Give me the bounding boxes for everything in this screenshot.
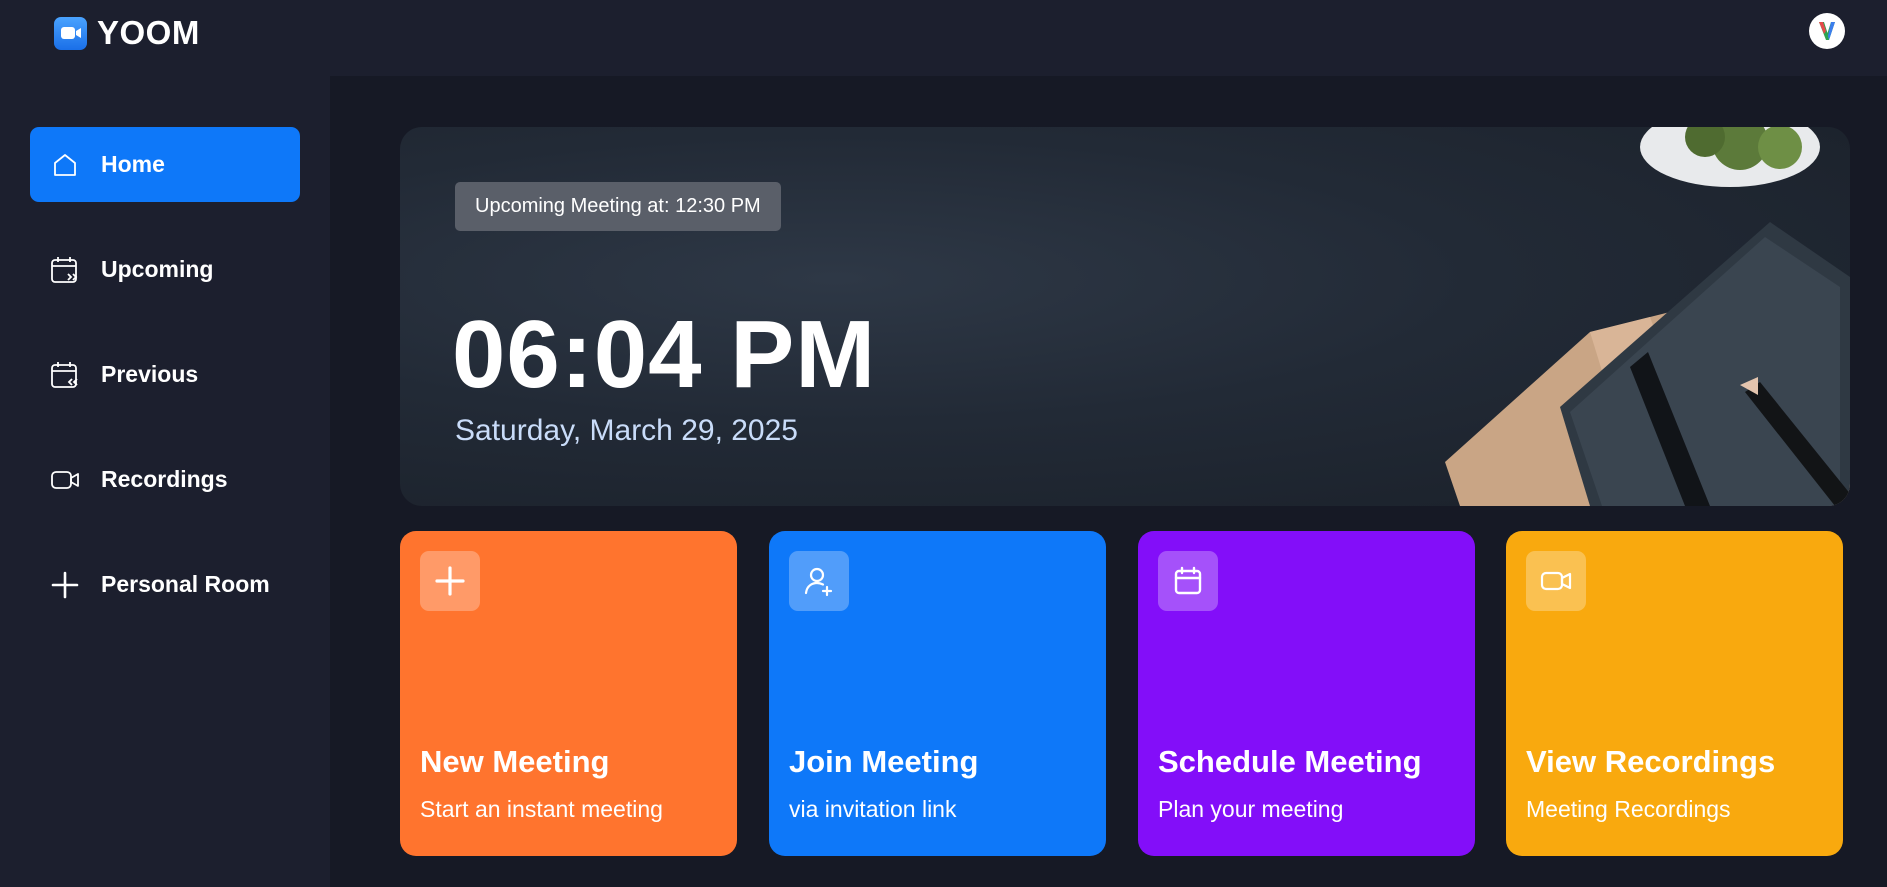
app-name: YOOM — [97, 14, 200, 51]
sidebar: Home Upcoming Previous Recordings Person… — [0, 76, 330, 887]
plus-icon — [49, 569, 81, 601]
app-logo[interactable]: YOOM — [54, 14, 200, 52]
card-title: View Recordings — [1526, 744, 1776, 779]
sidebar-item-upcoming[interactable]: Upcoming — [30, 232, 300, 307]
card-subtitle: via invitation link — [789, 796, 957, 822]
sidebar-item-label: Upcoming — [101, 256, 214, 282]
sidebar-item-label: Previous — [101, 361, 199, 387]
sidebar-item-home[interactable]: Home — [30, 127, 300, 202]
desk-illustration — [1445, 127, 1850, 506]
sidebar-item-recordings[interactable]: Recordings — [30, 442, 300, 517]
sidebar-item-personal-room[interactable]: Personal Room — [30, 547, 300, 622]
upcoming-meeting-badge: Upcoming Meeting at: 12:30 PM — [455, 182, 781, 231]
card-subtitle: Meeting Recordings — [1526, 796, 1731, 822]
card-title: Join Meeting — [789, 744, 979, 779]
plus-icon — [420, 551, 480, 611]
card-subtitle: Start an instant meeting — [420, 796, 663, 822]
sidebar-item-label: Recordings — [101, 466, 228, 492]
card-title: New Meeting — [420, 744, 610, 779]
schedule-meeting-card[interactable]: Schedule Meeting Plan your meeting — [1138, 531, 1475, 856]
top-navbar: YOOM — [0, 0, 1887, 76]
view-recordings-card[interactable]: View Recordings Meeting Recordings — [1506, 531, 1843, 856]
add-user-icon — [789, 551, 849, 611]
new-meeting-card[interactable]: New Meeting Start an instant meeting — [400, 531, 737, 856]
current-date: Saturday, March 29, 2025 — [455, 414, 798, 447]
card-title: Schedule Meeting — [1158, 744, 1422, 779]
calendar-previous-icon — [49, 359, 81, 391]
video-camera-logo-icon — [54, 16, 87, 50]
card-subtitle: Plan your meeting — [1158, 796, 1344, 822]
current-time: 06:04 PM — [452, 301, 877, 408]
calendar-upcoming-icon — [49, 254, 81, 286]
hero-banner: Upcoming Meeting at: 12:30 PM 06:04 PM S… — [400, 127, 1850, 506]
calendar-icon — [1158, 551, 1218, 611]
join-meeting-card[interactable]: Join Meeting via invitation link — [769, 531, 1106, 856]
user-avatar[interactable] — [1809, 13, 1845, 49]
sidebar-item-label: Home — [101, 151, 165, 177]
home-icon — [49, 149, 81, 181]
sidebar-item-label: Personal Room — [101, 571, 270, 597]
video-icon — [1526, 551, 1586, 611]
video-icon — [49, 464, 81, 496]
sidebar-item-previous[interactable]: Previous — [30, 337, 300, 412]
